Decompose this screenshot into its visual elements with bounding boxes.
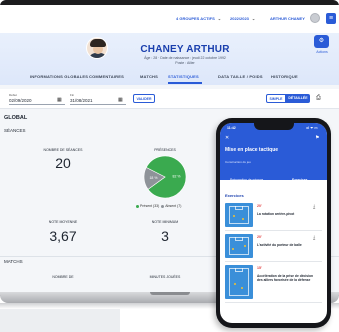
phone-session-title: Mise en place tactique [225, 147, 279, 153]
download-icon[interactable]: ⤓ [313, 204, 315, 210]
exercise-title: L'activité du porteur de balle [257, 243, 302, 247]
exercise-card[interactable]: 20' ⤓ L'activité du porteur de balle [225, 232, 322, 262]
chevron-down-icon: ⌄ [251, 16, 256, 21]
present-legend-label: Présent (33) [140, 204, 160, 208]
exercise-thumbnail [225, 203, 253, 227]
player-avatar [86, 37, 108, 59]
phone-tab-preparation[interactable]: Préparation de séance [230, 178, 263, 182]
print-icon[interactable]: ⎙ [316, 95, 321, 102]
tab-matchs[interactable]: MATCHS [140, 74, 158, 79]
pie-slice-label: 18 % [149, 176, 157, 180]
tab-statistiques[interactable]: STATISTIQUES [168, 74, 199, 79]
presences-label: PRÉSENCES [154, 148, 176, 152]
phone-screen: 11:42 •ıl ᯤ ▭ ✕ ⚑ Mise en place tactique… [220, 123, 327, 323]
pie-slice-label: 82 % [173, 174, 181, 178]
phone-signal-icons: •ıl ᯤ ▭ [306, 126, 318, 130]
tab-data-taille-poids[interactable]: DATA TAILLE / POIDS [218, 74, 263, 79]
tab-historique[interactable]: HISTORIQUE [271, 74, 298, 79]
groups-selector-label: 4 GROUPES ACTIFS [176, 16, 215, 21]
background-strip [0, 309, 120, 332]
exercise-duration: 20' [257, 204, 262, 208]
phone-exercises-section-title: Exercices [225, 193, 244, 198]
calendar-icon[interactable]: ▦ [118, 97, 123, 103]
phone-time: 11:42 [227, 126, 236, 130]
season-selector-label: 2022/2023 [230, 16, 249, 21]
exercise-thumbnail [225, 265, 253, 299]
phone-active-tab-indicator [292, 184, 314, 185]
exercise-title: Accélération de la prise de décision des… [257, 274, 314, 283]
phone-notch [254, 123, 294, 130]
season-selector[interactable]: 2022/2023 ⌄ [230, 16, 255, 21]
actions-icon: ⚙ [318, 38, 325, 44]
user-avatar[interactable] [310, 13, 320, 23]
active-tab-indicator [168, 82, 202, 84]
user-selector-label: ARTHUR CHANEY [270, 16, 305, 21]
absent-legend-label: Absent (7) [165, 204, 182, 208]
actions-button[interactable]: ⚙ [314, 35, 329, 48]
chevron-down-icon: ⌄ [217, 16, 222, 21]
seances-title: SÉANCES [4, 128, 26, 133]
download-icon[interactable]: ⤓ [313, 235, 315, 241]
tab-commentaires[interactable]: COMMENTAIRES [89, 74, 124, 79]
note-minimum-value: 3 [161, 228, 169, 244]
nb-seances-label: NOMBRE DE SÉANCES [43, 148, 83, 152]
matchs-title: MATCHS [4, 259, 23, 264]
end-date-underline [70, 104, 126, 105]
exercise-card[interactable]: 15' Accélération de la prise de décision… [225, 263, 322, 303]
top-bar: 4 GROUPES ACTIFS ⌄ 2022/2023 ⌄ ARTHUR CHAN… [0, 5, 339, 33]
exercise-duration: 20' [257, 235, 262, 239]
stage: 4 GROUPES ACTIFS ⌄ 2022/2023 ⌄ ARTHUR CHAN… [0, 0, 339, 332]
player-name: CHANEY ARTHUR [140, 44, 230, 55]
global-title: GLOBAL [4, 115, 28, 121]
end-date-label: Fin [70, 93, 75, 97]
start-date-label: Début [9, 93, 18, 97]
phone-session-subtitle: Construction du jeu [225, 160, 251, 164]
user-selector[interactable]: ARTHUR CHANEY [270, 16, 305, 21]
exercise-card[interactable]: 20' ⤓ La rotation arrière-pivot [225, 201, 322, 231]
detailed-view-button[interactable]: DÉTAILLÉE [286, 94, 310, 103]
menu-icon[interactable]: ≡ [326, 13, 336, 24]
minutes-jouees-label: MINUTES JOUÉES [149, 275, 181, 279]
actions-label: Actions [316, 50, 328, 54]
phone-tab-exercices[interactable]: Exercices [292, 178, 307, 182]
laptop-notch [150, 292, 190, 295]
flag-icon[interactable]: ⚑ [315, 135, 319, 141]
note-moyenne-value: 3,67 [49, 228, 77, 244]
tab-informations-globales[interactable]: INFORMATIONS GLOBALES [30, 74, 88, 79]
exercise-duration: 15' [257, 266, 262, 270]
note-moyenne-label: NOTE MOYENNE [48, 220, 78, 224]
calendar-icon[interactable]: ▦ [57, 97, 62, 103]
close-icon[interactable]: ✕ [225, 135, 229, 141]
player-birth-info: Âge : 28 · Date de naissance : jeudi 22 … [144, 56, 226, 60]
present-legend-swatch [136, 204, 139, 208]
simple-view-button[interactable]: SIMPLE [266, 94, 286, 103]
validate-button[interactable]: VALIDER [133, 94, 155, 103]
end-date-input[interactable]: 31/08/2021 [70, 98, 93, 103]
player-position: Poste : Ailier [175, 61, 195, 65]
exercise-thumbnail [225, 234, 253, 258]
presences-pie-chart: 82 % 18 % [143, 155, 187, 199]
start-date-underline [9, 104, 65, 105]
start-date-input[interactable]: 02/09/2020 [9, 98, 32, 103]
groups-selector[interactable]: 4 GROUPES ACTIFS ⌄ [176, 16, 221, 21]
absent-legend-swatch [161, 204, 165, 208]
presences-legend: Présent (33) Absent (7) [136, 204, 181, 208]
nb-matchs-label: NOMBRE DE [52, 275, 74, 279]
exercise-title: La rotation arrière-pivot [257, 212, 295, 216]
note-minimum-label: NOTE MINIMUM [151, 220, 179, 224]
nb-seances-value: 20 [55, 155, 71, 171]
